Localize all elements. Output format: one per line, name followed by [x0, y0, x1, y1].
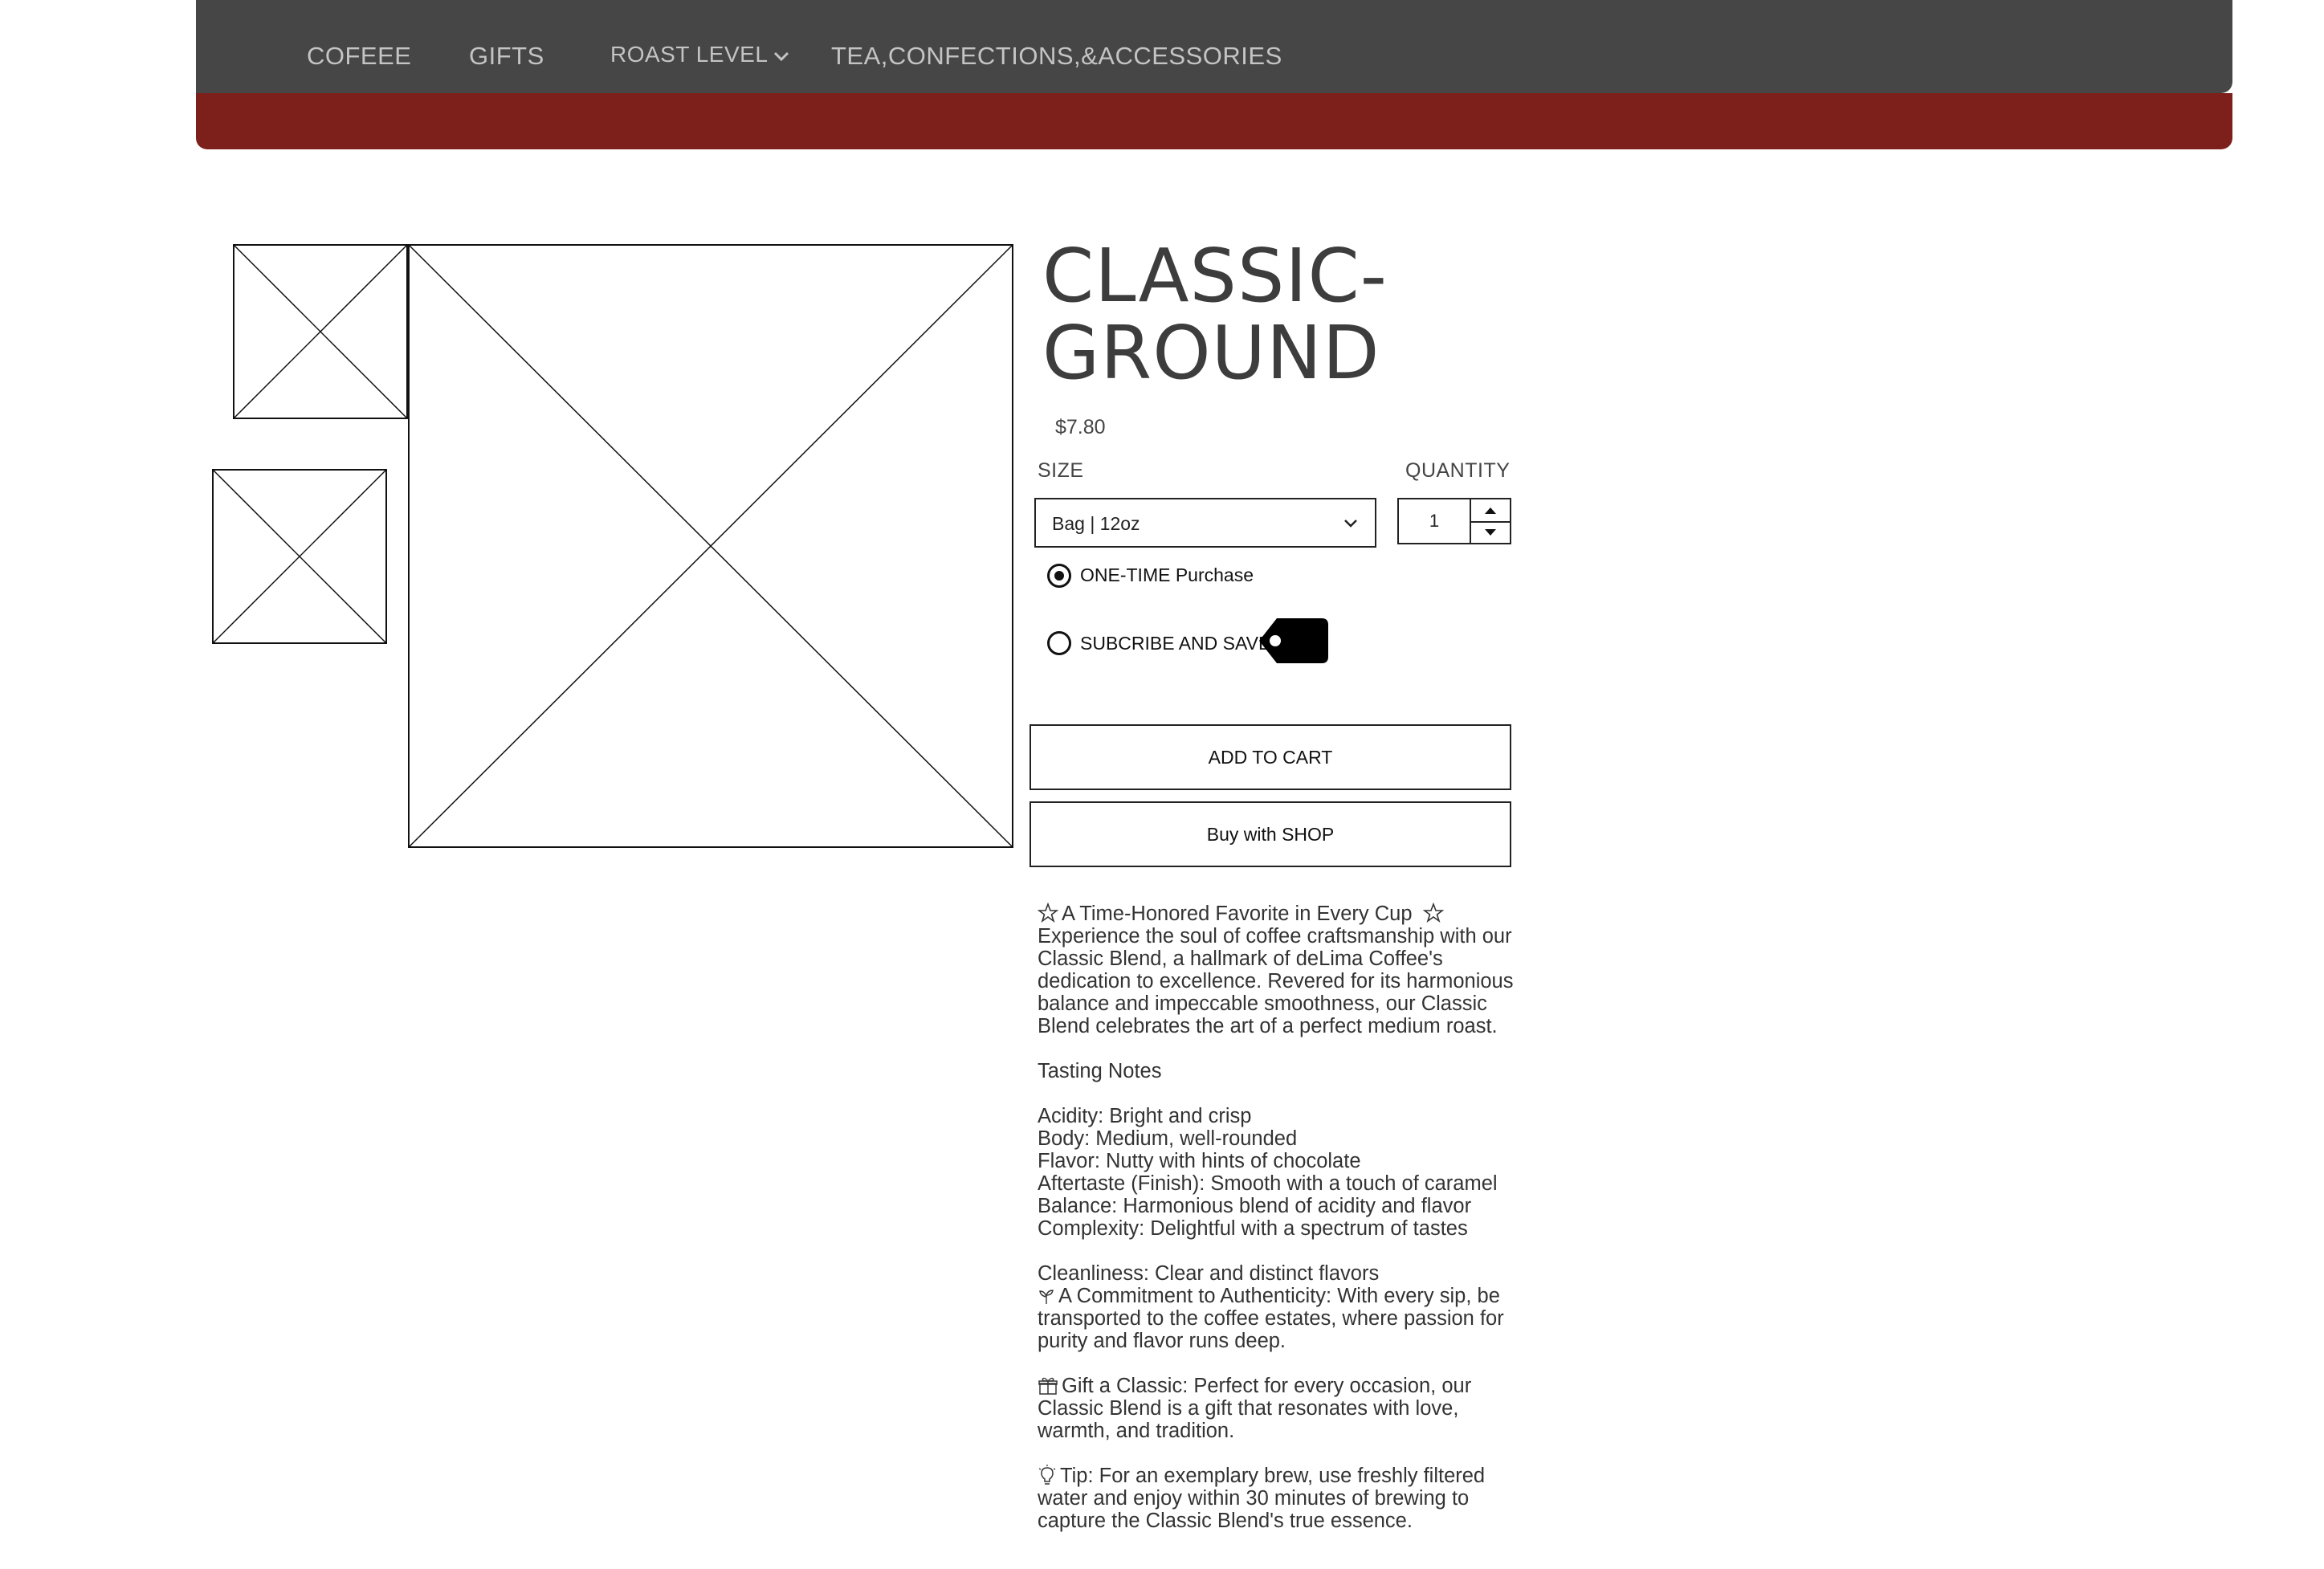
gift-icon — [1038, 1377, 1058, 1395]
cleanliness-note: Cleanliness: Clear and distinct flavors — [1038, 1262, 1380, 1285]
size-select[interactable]: Bag | 12oz — [1034, 498, 1376, 548]
nav-item-tea-confections-accessories[interactable]: TEA,CONFECTIONS,&ACCESSORIES — [831, 42, 1282, 71]
tasting-note: Complexity: Delightful with a spectrum o… — [1038, 1217, 1468, 1240]
product-title-line-1: CLASSIC- — [1042, 233, 1388, 319]
authenticity-note: A Commitment to Authenticity: With every… — [1038, 1285, 1519, 1352]
star-icon — [1038, 903, 1058, 923]
star-icon — [1422, 903, 1444, 923]
tasting-note: Acidity: Bright and crisp — [1038, 1105, 1252, 1127]
product-thumbnail-1[interactable] — [233, 244, 408, 419]
product-title: CLASSIC- GROUND — [1042, 238, 1524, 392]
tasting-note: Body: Medium, well-rounded — [1038, 1127, 1298, 1150]
one-time-purchase-radio[interactable] — [1047, 564, 1071, 588]
product-title-line-2: GROUND — [1042, 310, 1380, 396]
radio-selected-dot — [1054, 571, 1064, 581]
add-to-cart-button[interactable]: ADD TO CART — [1029, 724, 1511, 790]
intro-body: Experience the soul of coffee craftsmans… — [1038, 925, 1514, 1037]
size-select-value: Bag | 12oz — [1052, 513, 1140, 534]
product-thumbnail-2[interactable] — [212, 469, 387, 644]
plant-icon — [1039, 1290, 1054, 1304]
quantity-input[interactable]: 1 — [1399, 511, 1470, 532]
size-label: SIZE — [1038, 459, 1084, 482]
authenticity-text: A Commitment to Authenticity: With every… — [1038, 1285, 1504, 1352]
description-cleanliness-authenticity: Cleanliness: Clear and distinct flavors … — [1038, 1262, 1519, 1352]
tasting-note: Balance: Harmonious blend of acidity and… — [1038, 1195, 1472, 1217]
nav-item-coffee[interactable]: COFEEE — [307, 42, 411, 71]
nav-item-roast-level-label: ROAST LEVEL — [610, 42, 769, 67]
product-main-image — [408, 244, 1013, 848]
increment-arrow-icon[interactable] — [1471, 499, 1510, 521]
decrement-arrow-icon[interactable] — [1471, 523, 1510, 544]
gift-note: Gift a Classic: Perfect for every occasi… — [1038, 1375, 1519, 1442]
chevron-down-icon — [774, 51, 789, 61]
tasting-note: Flavor: Nutty with hints of chocolate — [1038, 1150, 1361, 1172]
price-tag-icon — [1259, 618, 1328, 663]
nav-item-roast-level[interactable]: ROAST LEVEL — [610, 42, 790, 67]
tasting-notes-heading: Tasting Notes — [1038, 1060, 1162, 1082]
description-intro: A Time-Honored Favorite in Every Cup Exp… — [1038, 903, 1519, 1037]
tip-text: Tip: For an exemplary brew, use freshly … — [1038, 1465, 1486, 1532]
nav-item-gifts[interactable]: GIFTS — [469, 42, 544, 71]
chevron-down-icon — [1344, 520, 1357, 528]
subscribe-and-save-label: SUBCRIBE AND SAVE — [1080, 633, 1271, 654]
intro-heading: A Time-Honored Favorite in Every Cup — [1062, 903, 1413, 925]
tasting-notes-list: Acidity: Bright and crisp Body: Medium, … — [1038, 1105, 1519, 1240]
gift-text: Gift a Classic: Perfect for every occasi… — [1038, 1375, 1472, 1442]
buy-with-shop-button[interactable]: Buy with SHOP — [1029, 801, 1511, 867]
tip-note: Tip: For an exemplary brew, use freshly … — [1038, 1465, 1519, 1532]
lightbulb-icon — [1038, 1465, 1056, 1485]
one-time-purchase-label: ONE-TIME Purchase — [1080, 564, 1254, 585]
product-description: A Time-Honored Favorite in Every Cup Exp… — [1038, 903, 1519, 1555]
top-navbar: COFEEE GIFTS ROAST LEVEL TEA,CONFECTIONS… — [196, 0, 2232, 93]
subscribe-and-save-radio[interactable] — [1047, 631, 1071, 655]
accent-banner — [196, 93, 2232, 149]
quantity-label: QUANTITY — [1405, 459, 1511, 482]
quantity-stepper[interactable]: 1 — [1397, 498, 1511, 544]
tasting-note: Aftertaste (Finish): Smooth with a touch… — [1038, 1172, 1498, 1195]
product-price: $7.80 — [1055, 416, 1106, 438]
